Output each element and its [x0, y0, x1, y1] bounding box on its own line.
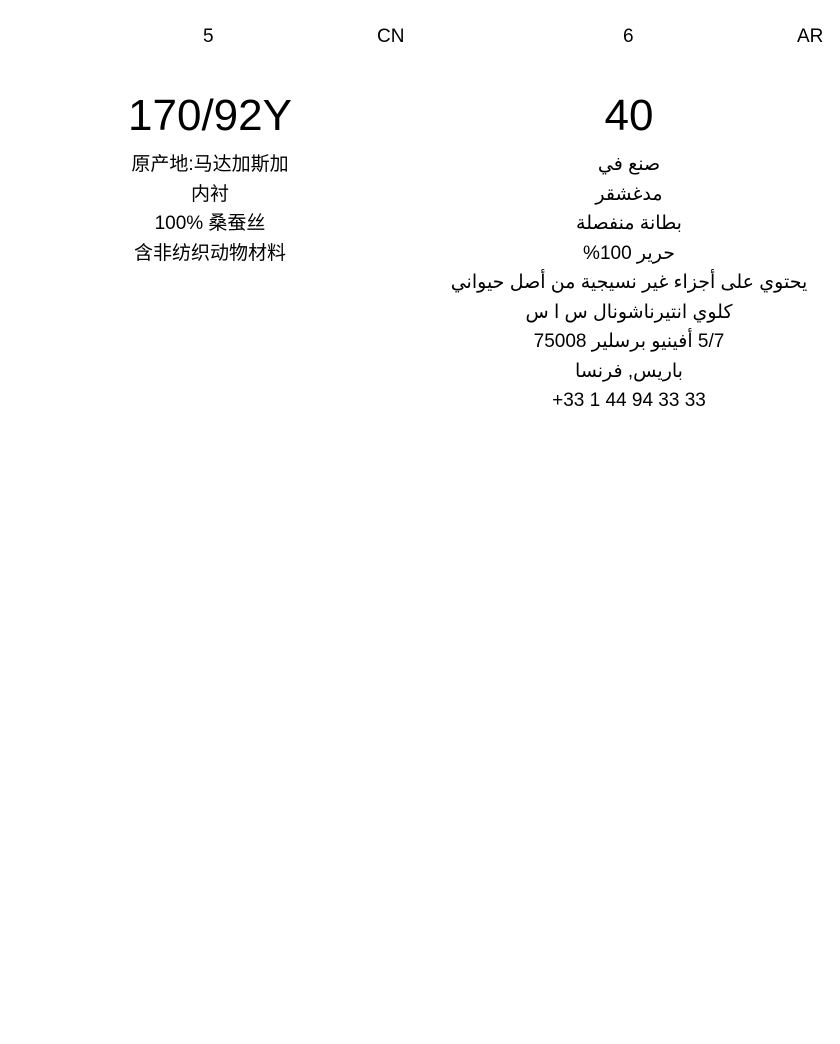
ar-made-in: صنع في — [597, 154, 661, 175]
cn-origin: 原产地:马达加斯加 — [131, 154, 289, 175]
cn-notice: 含非纺织动物材料 — [133, 242, 286, 264]
ar-label-column: 40 صنع في مدغشقر بطانة منفصلة حرير 100% … — [449, 92, 809, 416]
ar-lining-fabric: حرير 100% — [583, 242, 675, 264]
ar-country: مدغشقر — [595, 183, 663, 205]
ar-lining-label: بطانة منفصلة — [576, 213, 682, 234]
cn-lining-fabric: 100% 桑蚕丝 — [154, 213, 266, 234]
label-number-ar: 6 — [623, 26, 634, 47]
ar-size: 40 — [604, 91, 654, 140]
cn-lining-label: 内衬 — [190, 183, 229, 205]
ar-street: 5/7 أفينيو برسلير 75008 — [533, 331, 725, 352]
cn-label-column: 170/92Y 原产地:马达加斯加 内衬 100% 桑蚕丝 含非纺织动物材料 — [30, 92, 390, 268]
ar-notice: يحتوي على أجزاء غير نسيجية من أصل حيواني — [450, 272, 808, 293]
language-code-ar: AR — [797, 26, 824, 47]
ar-phone: +33 1 44 94 33 33 — [552, 390, 706, 411]
cn-size: 170/92Y — [128, 91, 292, 140]
language-code-cn: CN — [377, 26, 405, 47]
label-number-cn: 5 — [203, 26, 214, 47]
ar-company: كلوي انتيرناشونال س ا س — [525, 301, 733, 323]
ar-city: باريس, فرنسا — [575, 360, 683, 382]
